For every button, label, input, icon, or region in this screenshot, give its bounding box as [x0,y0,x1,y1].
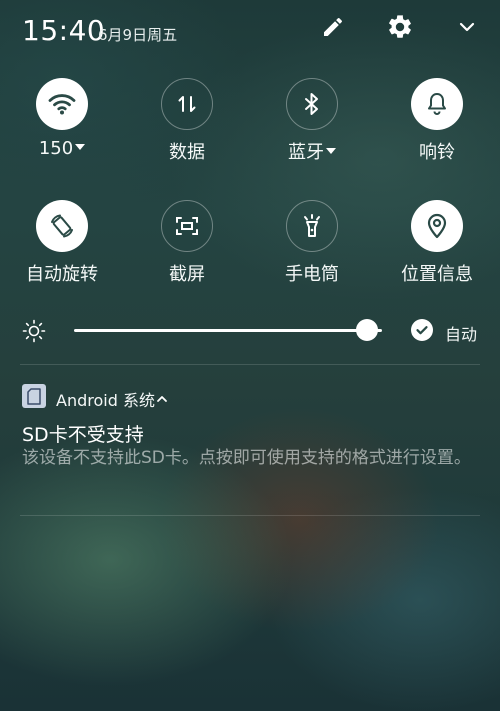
notification-sd-card[interactable]: Android 系统 SD卡不受支持 该设备不支持此SD卡。点按即可使用支持的格… [0,380,500,510]
bluetooth-icon [286,78,338,130]
tile-ring[interactable]: 响铃 [377,78,497,188]
edit-icon[interactable] [318,12,348,42]
collapse-icon[interactable] [452,12,482,42]
screenshot-icon [161,200,213,252]
tile-label: 手电筒 [285,264,339,285]
bluetooth-label: 蓝牙 [288,142,324,163]
tile-label: 位置信息 [401,264,473,285]
notification-body: 该设备不支持此SD卡。点按即可使用支持的格式进行设置。 [22,448,471,468]
tile-wifi[interactable]: 150 [2,78,122,188]
settings-icon[interactable] [385,12,415,42]
tile-data[interactable]: 数据 [127,78,247,188]
divider [20,364,480,365]
brightness-slider-thumb[interactable] [355,319,378,341]
tile-label: 蓝牙 [252,138,372,164]
sd-card-icon [22,384,46,408]
notification-app-name: Android 系统 [56,391,155,410]
dropdown-caret-icon [326,148,336,154]
brightness-icon [22,319,46,347]
brightness-slider[interactable] [74,329,382,332]
tile-label: 截屏 [169,264,205,285]
dropdown-caret-icon [75,144,86,150]
bell-icon [411,78,463,130]
date-label: 6月9日周五 [98,26,178,44]
wifi-icon [36,78,88,130]
location-icon [411,200,463,252]
rotate-icon [36,200,88,252]
check-icon [416,326,428,335]
tile-location[interactable]: 位置信息 [377,200,497,310]
notification-title: SD卡不受支持 [22,424,144,446]
data-icon [161,78,213,130]
auto-brightness-checkbox[interactable] [411,319,433,341]
auto-brightness-label: 自动 [445,325,478,344]
tile-flashlight[interactable]: 手电筒 [252,200,372,310]
tile-label: 响铃 [419,142,455,163]
tile-bluetooth[interactable]: 蓝牙 [252,78,372,188]
flashlight-icon [286,200,338,252]
tile-label: 自动旋转 [26,264,98,285]
tile-screenshot[interactable]: 截屏 [127,200,247,310]
brightness-row: 自动 [0,314,500,350]
tile-label: 数据 [169,142,205,163]
wifi-label: 150 [38,138,74,159]
status-header: 15:40 6月9日周五 [0,0,500,64]
divider [20,515,480,516]
chevron-up-icon[interactable] [156,389,168,408]
tile-auto-rotate[interactable]: 自动旋转 [2,200,122,310]
clock: 15:40 [22,14,106,47]
tile-label: 150 [2,138,122,159]
